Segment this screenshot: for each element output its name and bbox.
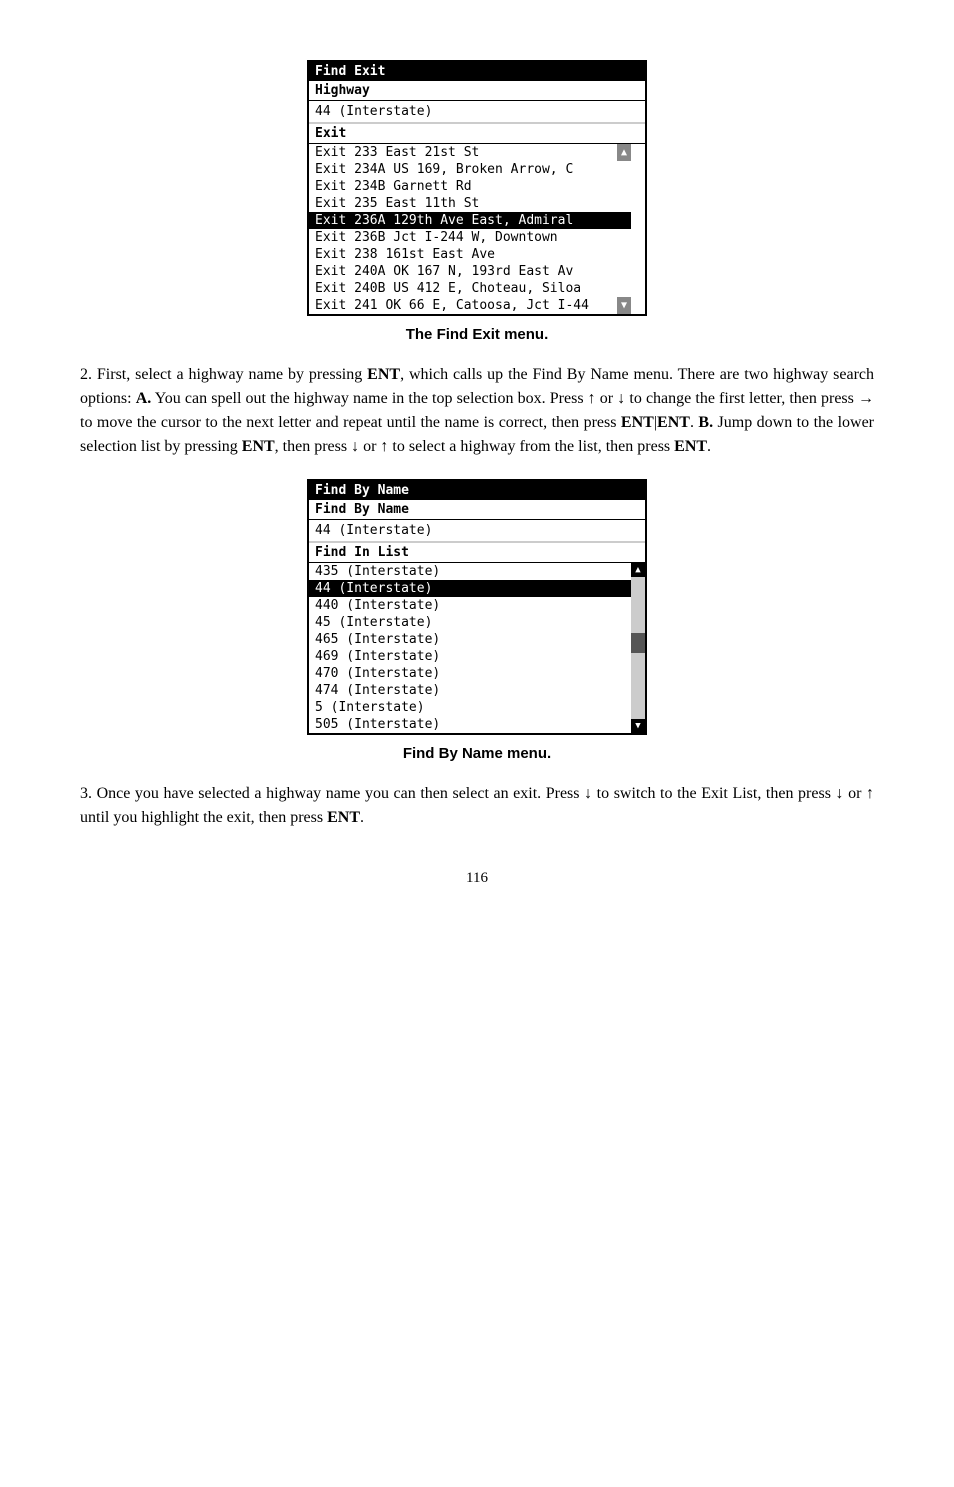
find-exit-title: Find Exit bbox=[309, 62, 645, 81]
find-exit-menu-container: Find Exit Highway 44 (Interstate) Exit E… bbox=[80, 60, 874, 316]
list-item[interactable]: 5 (Interstate) bbox=[309, 699, 631, 716]
list-item[interactable]: Exit 234B Garnett Rd bbox=[309, 178, 631, 195]
list-item[interactable]: 45 (Interstate) bbox=[309, 614, 631, 631]
para3-number: 3. bbox=[80, 785, 92, 802]
list-item[interactable]: 469 (Interstate) bbox=[309, 648, 631, 665]
find-by-name-menu-box: Find By Name Find By Name 44 (Interstate… bbox=[307, 479, 647, 735]
para2-ent2: ENT bbox=[621, 414, 654, 431]
find-exit-highway-label: Highway bbox=[309, 81, 645, 101]
list-item-highlighted[interactable]: Exit 236A 129th Ave East, Admiral bbox=[309, 212, 631, 229]
paragraph2: 2. First, select a highway name by press… bbox=[80, 363, 874, 459]
find-exit-menu-box: Find Exit Highway 44 (Interstate) Exit E… bbox=[307, 60, 647, 316]
find-by-name-title: Find By Name bbox=[309, 481, 645, 500]
find-by-name-list-inner-wrapper: 435 (Interstate) 44 (Interstate) 440 (In… bbox=[309, 563, 645, 733]
para2-ent3: ENT bbox=[657, 414, 690, 431]
para2-number: 2. bbox=[80, 366, 92, 383]
scrollbar-down-arrow[interactable]: ▼ bbox=[617, 297, 631, 314]
list-item[interactable]: Exit 233 East 21st St ▲ bbox=[309, 144, 631, 161]
list-item[interactable]: 505 (Interstate) bbox=[309, 716, 631, 733]
list-item[interactable]: Exit 241 OK 66 E, Catoosa, Jct I-44 ▼ bbox=[309, 297, 631, 314]
find-in-list-label: Find In List bbox=[309, 542, 645, 562]
list-item[interactable]: Exit 238 161st East Ave bbox=[309, 246, 631, 263]
scrollbar-down-arrow[interactable]: ▼ bbox=[631, 719, 645, 733]
list-item[interactable]: 470 (Interstate) bbox=[309, 665, 631, 682]
para2-A: A. bbox=[136, 390, 152, 407]
para2-ent1: ENT bbox=[367, 366, 400, 383]
para2-B: B. bbox=[698, 414, 713, 431]
find-exit-field[interactable]: 44 (Interstate) bbox=[309, 101, 645, 123]
scrollbar-up-arrow[interactable]: ▲ bbox=[631, 563, 645, 577]
find-exit-list-inner: Exit 233 East 21st St ▲ Exit 234A US 169… bbox=[309, 144, 631, 314]
scrollbar-track: ▲ ▼ bbox=[631, 563, 645, 733]
list-item[interactable]: Exit 236B Jct I-244 W, Downtown bbox=[309, 229, 631, 246]
page-number: 116 bbox=[80, 870, 874, 887]
find-by-name-list: 435 (Interstate) 44 (Interstate) 440 (In… bbox=[309, 562, 645, 733]
find-by-name-field[interactable]: 44 (Interstate) bbox=[309, 520, 645, 542]
para3-ent: ENT bbox=[327, 809, 360, 826]
list-item[interactable]: 474 (Interstate) bbox=[309, 682, 631, 699]
para2-ent5: ENT bbox=[674, 438, 707, 455]
list-item-highlighted[interactable]: 44 (Interstate) bbox=[309, 580, 631, 597]
list-item[interactable]: 435 (Interstate) bbox=[309, 563, 631, 580]
para2-text1: First, select a highway name by pressing bbox=[97, 366, 367, 383]
para3-end: . bbox=[360, 809, 364, 826]
scrollbar-up-arrow[interactable]: ▲ bbox=[617, 144, 631, 161]
find-by-name-section-label: Find By Name bbox=[309, 500, 645, 520]
list-item[interactable]: Exit 234A US 169, Broken Arrow, C bbox=[309, 161, 631, 178]
list-item[interactable]: 465 (Interstate) bbox=[309, 631, 631, 648]
list-item[interactable]: Exit 240B US 412 E, Choteau, Siloa bbox=[309, 280, 631, 297]
list-item[interactable]: Exit 240A OK 167 N, 193rd East Av bbox=[309, 263, 631, 280]
caption2: Find By Name menu. bbox=[80, 745, 874, 762]
para2-textB2: , then press ↓ or ↑ to select a highway … bbox=[275, 438, 674, 455]
para3-text: Once you have selected a highway name yo… bbox=[80, 785, 874, 826]
find-by-name-menu-container: Find By Name Find By Name 44 (Interstate… bbox=[80, 479, 874, 735]
page-content: Find Exit Highway 44 (Interstate) Exit E… bbox=[80, 60, 874, 887]
find-exit-list: Exit 233 East 21st St ▲ Exit 234A US 169… bbox=[309, 143, 645, 314]
find-exit-exit-label: Exit bbox=[309, 123, 645, 143]
paragraph3: 3. Once you have selected a highway name… bbox=[80, 782, 874, 830]
find-by-name-list-items: 435 (Interstate) 44 (Interstate) 440 (In… bbox=[309, 563, 631, 733]
list-item[interactable]: 440 (Interstate) bbox=[309, 597, 631, 614]
para2-end: . bbox=[707, 438, 711, 455]
para2-ent4: ENT bbox=[242, 438, 275, 455]
caption1: The Find Exit menu. bbox=[80, 326, 874, 343]
scrollbar-thumb bbox=[631, 633, 645, 653]
list-item[interactable]: Exit 235 East 11th St bbox=[309, 195, 631, 212]
